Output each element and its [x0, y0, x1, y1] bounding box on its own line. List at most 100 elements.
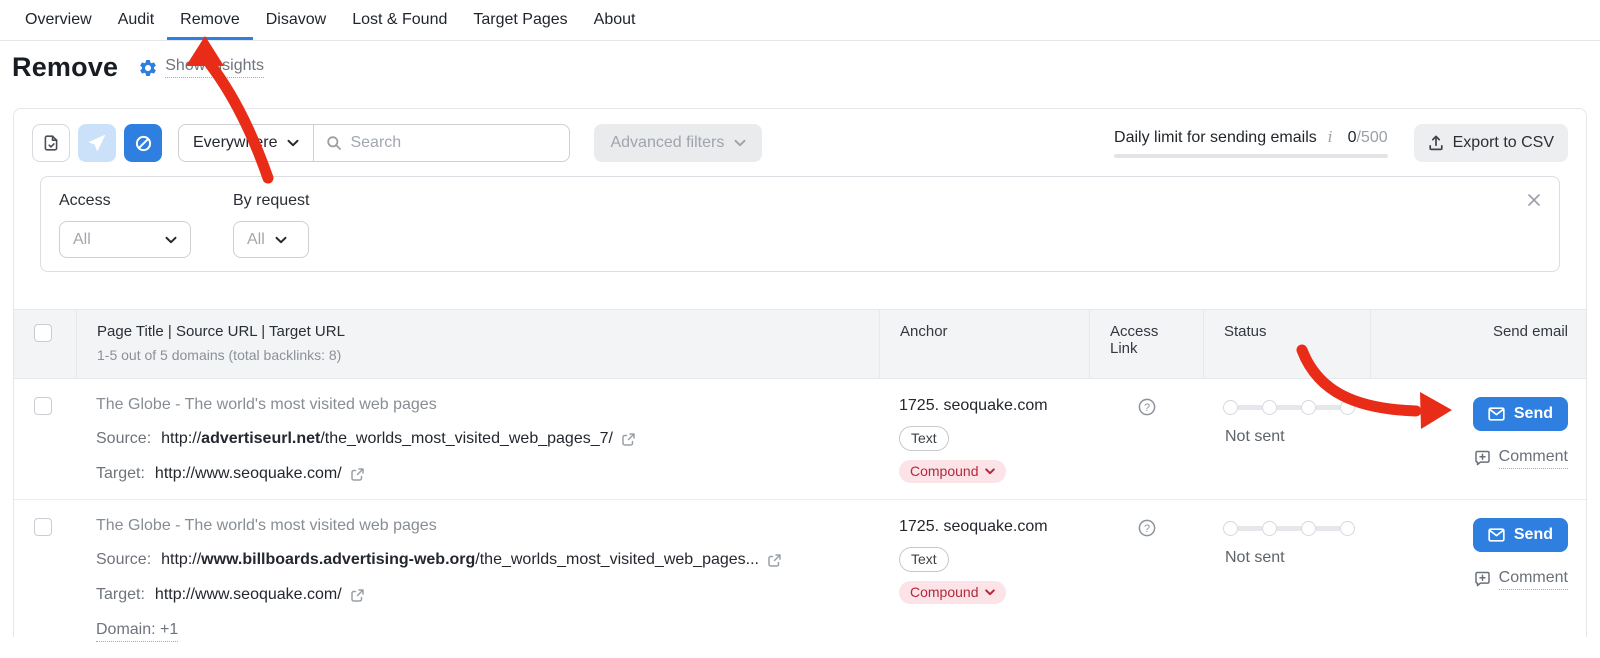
access-link-cell: ? [1089, 500, 1203, 658]
daily-limit-progressbar [1114, 154, 1388, 158]
anchor-text: 1725. seoquake.com [899, 397, 1071, 415]
daily-limit-total: /500 [1356, 129, 1387, 146]
status-cell: Not sent [1203, 379, 1370, 499]
comment-link[interactable]: Comment [1474, 569, 1568, 590]
export-to-csv-button[interactable]: Export to CSV [1414, 124, 1568, 162]
tab-remove[interactable]: Remove [167, 0, 253, 40]
tab-target-pages[interactable]: Target Pages [460, 0, 580, 40]
chevron-down-icon [275, 236, 287, 244]
scope-value: Everywhere [193, 134, 277, 152]
top-nav: Overview Audit Remove Disavow Lost & Fou… [0, 0, 1600, 41]
external-link-icon[interactable] [350, 588, 365, 603]
comment-plus-icon [1474, 571, 1491, 588]
source-label: Source: [96, 551, 151, 569]
access-filter-label: Access [59, 192, 191, 210]
source-url-scheme: http:// [161, 430, 201, 447]
close-filter-panel-button[interactable] [1523, 189, 1545, 211]
anchor-text: 1725. seoquake.com [899, 518, 1071, 536]
source-url-domain: advertiseurl.net [201, 430, 320, 447]
target-url: http://www.seoquake.com/ [155, 586, 342, 604]
domain-more-link[interactable]: Domain: +1 [96, 621, 178, 642]
envelope-icon [1488, 407, 1505, 421]
anchor-type-badge: Text [899, 426, 949, 451]
tab-lost-and-found[interactable]: Lost & Found [339, 0, 460, 40]
block-icon [134, 134, 153, 153]
send-button[interactable]: Send [1473, 397, 1568, 431]
table-row: The Globe - The world's most visited web… [14, 500, 1586, 658]
source-url: http://advertiseurl.net/the_worlds_most_… [161, 430, 613, 448]
by-request-filter-select[interactable]: All [233, 221, 309, 258]
page-title-cell: The Globe - The world's most visited web… [76, 500, 879, 658]
status-stepper [1223, 521, 1352, 536]
disavow-button[interactable] [124, 124, 162, 162]
anchor-category-label: Compound [910, 584, 979, 600]
paper-plane-icon [88, 134, 106, 152]
daily-limit-block: Daily limit for sending emails i 0/500 [1114, 128, 1388, 158]
anchor-category-badge[interactable]: Compound [899, 460, 1006, 483]
row-checkbox[interactable] [34, 518, 52, 536]
search-icon [326, 135, 342, 151]
source-url-path: /the_worlds_most_visited_web_pages_7/ [320, 430, 613, 447]
close-icon [1527, 193, 1541, 207]
toolbar: Everywhere Advanced filters Daily limit [14, 109, 1586, 175]
send-button[interactable]: Send [1473, 518, 1568, 552]
by-request-filter-group: By request All [233, 192, 309, 258]
tab-disavow[interactable]: Disavow [253, 0, 339, 40]
show-insights-link[interactable]: Show insights [138, 57, 264, 78]
row-checkbox[interactable] [34, 397, 52, 415]
column-header-status: Status [1203, 310, 1370, 378]
send-emails-button[interactable] [78, 124, 116, 162]
search-input[interactable] [350, 134, 557, 152]
tab-about[interactable]: About [581, 0, 649, 40]
info-icon[interactable]: i [1326, 128, 1335, 146]
question-circle-icon[interactable]: ? [1137, 518, 1157, 538]
scope-search-group: Everywhere [178, 124, 570, 162]
upload-icon [1428, 135, 1444, 151]
target-label: Target: [96, 465, 145, 483]
export-to-csv-label: Export to CSV [1453, 134, 1554, 152]
comment-label: Comment [1499, 569, 1568, 590]
status-text: Not sent [1225, 549, 1352, 567]
chevron-down-icon [165, 236, 177, 244]
tab-overview[interactable]: Overview [12, 0, 105, 40]
anchor-category-label: Compound [910, 463, 979, 479]
scope-dropdown[interactable]: Everywhere [179, 125, 314, 161]
anchor-cell: 1725. seoquake.com Text Compound [879, 379, 1089, 499]
select-all-checkbox[interactable] [34, 324, 52, 342]
comment-link[interactable]: Comment [1474, 448, 1568, 469]
show-insights-label: Show insights [165, 57, 264, 78]
advanced-filters-button[interactable]: Advanced filters [594, 124, 762, 162]
daily-limit-label: Daily limit for sending emails [1114, 129, 1317, 147]
svg-text:?: ? [1144, 402, 1150, 414]
send-button-label: Send [1514, 526, 1553, 544]
source-url: http://www.billboards.advertising-web.or… [161, 551, 759, 569]
question-circle-icon[interactable]: ? [1137, 397, 1157, 417]
column-header-page-title: Page Title | Source URL | Target URL 1-5… [76, 310, 879, 378]
by-request-filter-label: By request [233, 192, 309, 210]
send-email-cell: Send Comment [1370, 379, 1586, 499]
search-field[interactable] [314, 125, 569, 161]
anchor-category-badge[interactable]: Compound [899, 581, 1006, 604]
access-link-cell: ? [1089, 379, 1203, 499]
page-title: Remove [12, 52, 118, 83]
anchor-type-badge: Text [899, 547, 949, 572]
tab-audit[interactable]: Audit [105, 0, 167, 40]
envelope-icon [1488, 528, 1505, 542]
advanced-filters-label: Advanced filters [610, 134, 724, 152]
external-link-icon[interactable] [767, 553, 782, 568]
target-url: http://www.seoquake.com/ [155, 465, 342, 483]
send-email-cell: Send Comment [1370, 500, 1586, 658]
access-filter-select[interactable]: All [59, 221, 191, 258]
external-link-icon[interactable] [621, 432, 636, 447]
status-stepper [1223, 400, 1352, 415]
access-filter-value: All [73, 231, 91, 249]
comment-plus-icon [1474, 450, 1491, 467]
anchor-cell: 1725. seoquake.com Text Compound [879, 500, 1089, 658]
to-remove-list-button[interactable] [32, 124, 70, 162]
column-header-access-link: Access Link [1089, 310, 1203, 378]
table-result-count: 1-5 out of 5 domains (total backlinks: 8… [97, 347, 861, 363]
source-label: Source: [96, 430, 151, 448]
external-link-icon[interactable] [350, 467, 365, 482]
table-row: The Globe - The world's most visited web… [14, 379, 1586, 500]
target-label: Target: [96, 586, 145, 604]
